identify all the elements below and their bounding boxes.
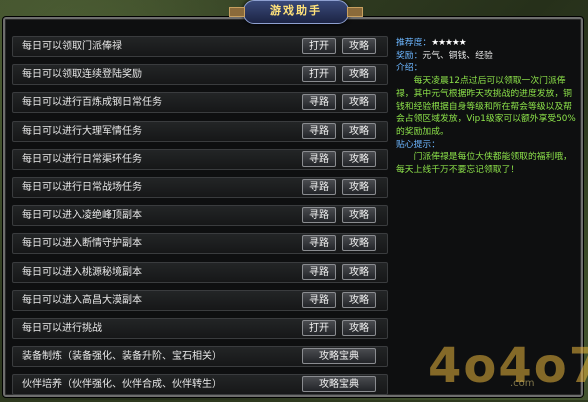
guide-button[interactable]: 攻略 [342, 94, 376, 111]
task-row: 伙伴培养（伙伴强化、伙伴合成、伙伴转生） 攻略宝典 [12, 374, 388, 396]
intro-text: 每天凌晨12点过后可以领取一次门派俸禄，其中元气根据昨天攻挑战的进度发放，铜钱和… [396, 76, 576, 137]
reward-line: 奖励：元气、铜钱、经验 [396, 50, 576, 63]
task-info-panel: 推荐度：★★★★★ 奖励：元气、铜钱、经验 介绍： 每天凌晨12点过后可以领取一… [396, 37, 576, 177]
task-label: 每日可以进入高昌大漠副本 [22, 294, 142, 306]
pathfind-button[interactable]: 寻路 [302, 263, 336, 280]
pathfind-button[interactable]: 寻路 [302, 291, 336, 308]
task-row: 每日可以领取门派俸禄 打开 攻略 [12, 36, 388, 57]
guide-button[interactable]: 攻略 [342, 178, 376, 195]
task-label: 每日可以进行日常战场任务 [22, 181, 142, 193]
pathfind-button[interactable]: 寻路 [302, 235, 336, 252]
guide-button[interactable]: 攻略 [342, 66, 376, 83]
tip-label: 贴心提示： [396, 139, 440, 150]
pathfind-button[interactable]: 寻路 [302, 150, 336, 167]
task-label: 伙伴培养（伙伴强化、伙伴合成、伙伴转生） [22, 379, 222, 391]
pathfind-button[interactable]: 寻路 [302, 207, 336, 224]
task-row: 每日可以进行日常战场任务 寻路 攻略 [12, 176, 388, 198]
task-row: 每日可以进入高昌大漠副本 寻路 攻略 [12, 289, 388, 311]
pathfind-button[interactable]: 寻路 [302, 122, 336, 139]
task-label: 每日可以进行大理军情任务 [22, 125, 142, 137]
reward-label: 奖励： [396, 50, 423, 61]
guide-button[interactable]: 攻略 [342, 291, 376, 308]
site-watermark-logo: 4o4o7 [428, 338, 588, 394]
task-row: 每日可以进入桃源秘境副本 寻路 攻略 [12, 261, 388, 283]
task-label: 每日可以进入凌绝峰顶副本 [22, 210, 142, 222]
task-label: 每日可以进行日常渠环任务 [22, 153, 142, 165]
intro-label: 介绍： [396, 63, 423, 74]
open-button[interactable]: 打开 [302, 38, 336, 54]
open-button[interactable]: 打开 [302, 319, 336, 336]
guide-button[interactable]: 攻略 [342, 319, 376, 336]
rating-stars: ★★★★★ [431, 38, 466, 48]
pathfind-button[interactable]: 寻路 [302, 178, 336, 195]
task-label: 装备制炼（装备强化、装备升阶、宝石相关） [22, 351, 222, 363]
open-button[interactable]: 打开 [302, 66, 336, 83]
task-row: 每日可以进入断情守护副本 寻路 攻略 [12, 233, 388, 255]
task-label: 每日可以进入桃源秘境副本 [22, 266, 142, 278]
rating-line: 推荐度：★★★★★ [396, 37, 576, 50]
task-row: 每日可以进行日常渠环任务 寻路 攻略 [12, 148, 388, 170]
task-row: 每日可以进入凌绝峰顶副本 寻路 攻略 [12, 205, 388, 227]
task-list: 每日可以领取门派俸禄 打开 攻略 每日可以领取连续登陆奖励 打开 攻略 每日可以… [12, 36, 388, 402]
tip-text: 门派俸禄是每位大侠都能领取的福利哦，每天上线千万不要忘记领取了！ [396, 152, 572, 176]
task-label: 每日可以进入断情守护副本 [22, 238, 142, 250]
guide-button[interactable]: 攻略 [342, 122, 376, 139]
guide-button[interactable]: 攻略 [342, 207, 376, 224]
task-label: 每日可以领取连续登陆奖励 [22, 69, 142, 81]
window-title: 游戏助手 [229, 0, 363, 24]
task-row: 每日可以进行挑战 打开 攻略 [12, 317, 388, 339]
task-label: 每日可以领取门派俸禄 [22, 41, 122, 52]
guide-button[interactable]: 攻略 [342, 235, 376, 252]
task-row: 每日可以进行大理军情任务 寻路 攻略 [12, 120, 388, 142]
task-row: 每日可以领取连续登陆奖励 打开 攻略 [12, 64, 388, 86]
task-row: 装备制炼（装备强化、装备升阶、宝石相关） 攻略宝典 [12, 346, 388, 368]
site-watermark-domain: .com [510, 378, 535, 389]
pathfind-button[interactable]: 寻路 [302, 94, 336, 111]
strategy-guide-button[interactable]: 攻略宝典 [302, 348, 376, 365]
task-label: 每日可以进行百炼成钢日常任务 [22, 97, 162, 109]
task-label: 每日可以进行挑战 [22, 322, 102, 334]
task-row: 每日可以进行百炼成钢日常任务 寻路 攻略 [12, 92, 388, 114]
rating-label: 推荐度： [396, 38, 432, 48]
strategy-guide-button[interactable]: 攻略宝典 [302, 376, 376, 393]
guide-button[interactable]: 攻略 [342, 263, 376, 280]
guide-button[interactable]: 攻略 [342, 38, 376, 54]
reward-value: 元气、铜钱、经验 [422, 50, 493, 61]
guide-button[interactable]: 攻略 [342, 150, 376, 167]
